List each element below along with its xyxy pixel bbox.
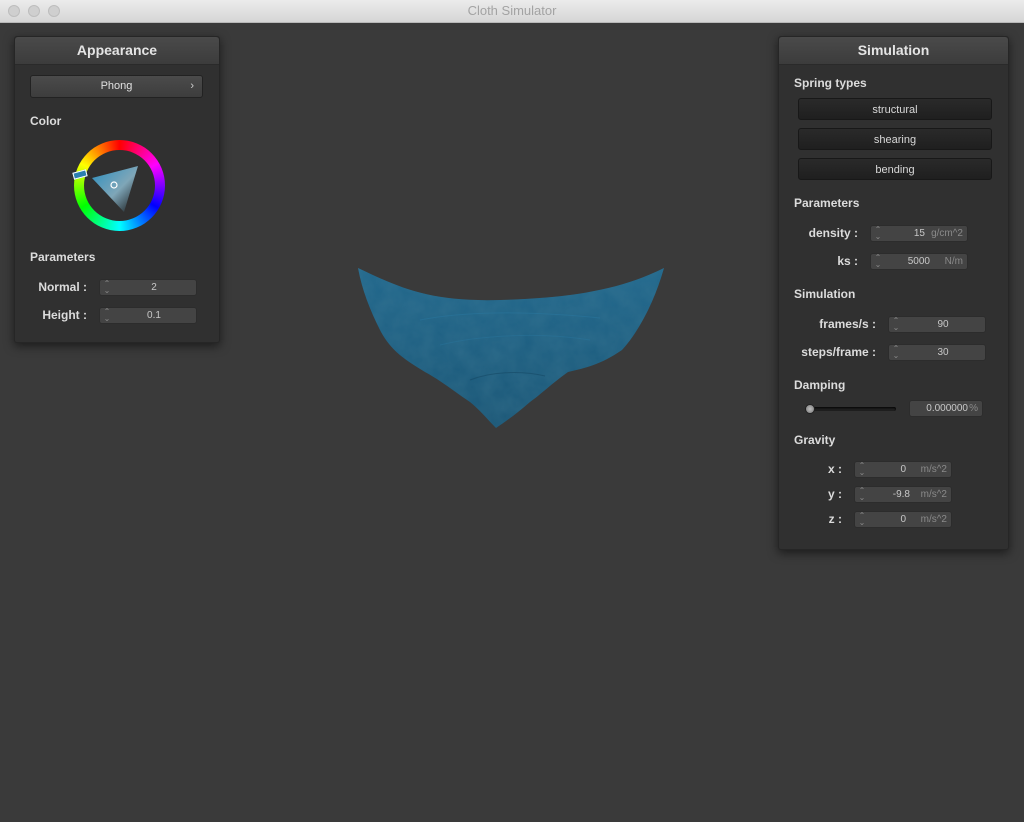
gravity-z-label: z : [828, 512, 842, 526]
structural-button[interactable]: structural [798, 98, 992, 120]
gravity-z-field[interactable]: ⌃ ⌄ 0 m/s^2 [854, 511, 952, 528]
gravity-label: Gravity [794, 433, 836, 447]
steps-per-frame-field[interactable]: ⌃ ⌄ 30 [888, 344, 986, 361]
frames-per-second-field[interactable]: ⌃ ⌄ 90 [888, 316, 986, 333]
spinner-arrows-icon[interactable]: ⌃ ⌄ [874, 226, 882, 241]
gravity-x-field[interactable]: ⌃ ⌄ 0 m/s^2 [854, 461, 952, 478]
color-triangle[interactable] [74, 140, 165, 231]
chevron-right-icon: › [190, 80, 194, 92]
spinner-arrows-icon[interactable]: ⌃ ⌄ [858, 512, 866, 527]
bending-button[interactable]: bending [798, 158, 992, 180]
spinner-arrows-icon[interactable]: ⌃ ⌄ [892, 345, 900, 360]
shader-dropdown[interactable]: Phong › [30, 75, 203, 98]
damping-slider-thumb[interactable] [805, 404, 815, 414]
appearance-parameters-label: Parameters [30, 250, 96, 264]
spinner-arrows-icon[interactable]: ⌃ ⌄ [103, 280, 111, 295]
damping-slider[interactable] [805, 404, 896, 414]
spinner-arrows-icon[interactable]: ⌃ ⌄ [892, 317, 900, 332]
gravity-y-label: y : [827, 487, 842, 501]
simulation-panel-title: Simulation [779, 37, 1008, 65]
window-title: Cloth Simulator [467, 3, 557, 18]
gravity-y-field[interactable]: ⌃ ⌄ -9.8 m/s^2 [854, 486, 952, 503]
frames-per-second-label: frames/s : [819, 317, 876, 331]
spring-types-label: Spring types [794, 76, 867, 90]
damping-field[interactable]: 0.000000 % [909, 400, 983, 417]
color-section-label: Color [30, 114, 62, 128]
gravity-x-label: x : [827, 462, 842, 476]
color-wheel[interactable] [72, 140, 165, 231]
sim-parameters-label: Parameters [794, 196, 860, 210]
shearing-button[interactable]: shearing [798, 128, 992, 150]
spinner-arrows-icon[interactable]: ⌃ ⌄ [874, 254, 882, 269]
appearance-panel: Appearance Phong › Color Parameters Norm… [14, 36, 220, 343]
normal-label: Normal : [38, 280, 87, 294]
ks-label: ks : [837, 254, 858, 268]
steps-per-frame-label: steps/frame : [801, 345, 876, 359]
damping-slider-track [805, 407, 896, 411]
appearance-panel-title: Appearance [15, 37, 219, 65]
damping-label: Damping [794, 378, 846, 392]
spinner-arrows-icon[interactable]: ⌃ ⌄ [858, 487, 866, 502]
spinner-arrows-icon[interactable]: ⌃ ⌄ [103, 308, 111, 323]
normal-field[interactable]: ⌃ ⌄ 2 [99, 279, 197, 296]
spinner-arrows-icon[interactable]: ⌃ ⌄ [858, 462, 866, 477]
simulation-panel: Simulation Spring types structural shear… [778, 36, 1009, 550]
height-field[interactable]: ⌃ ⌄ 0.1 [99, 307, 197, 324]
simulation-section-label: Simulation [794, 287, 856, 301]
shader-dropdown-label: Phong [100, 80, 133, 92]
density-field[interactable]: ⌃ ⌄ 15 g/cm^2 [870, 225, 968, 242]
window-titlebar: Cloth Simulator [0, 0, 1024, 23]
height-label: Height : [42, 308, 87, 322]
density-label: density : [808, 226, 858, 240]
ks-field[interactable]: ⌃ ⌄ 5000 N/m [870, 253, 968, 270]
